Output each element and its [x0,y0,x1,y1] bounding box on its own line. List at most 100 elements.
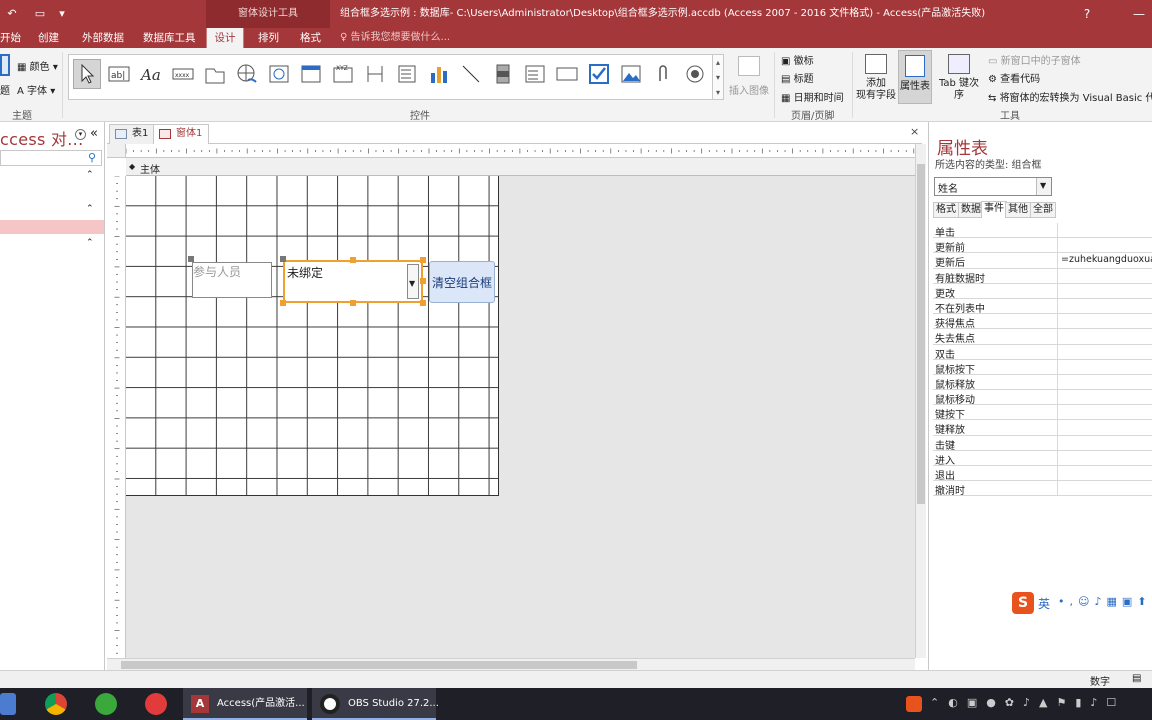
resize-handle[interactable] [420,278,426,284]
tray-icons[interactable]: ⌃◐▣●✿♪▲⚑▮♪☐ [930,696,1125,709]
navigation-control-icon[interactable] [297,59,325,89]
property-row[interactable]: 撤消时 [933,481,1152,497]
hyperlink-control-icon[interactable] [233,59,261,89]
resize-handle[interactable] [350,300,356,306]
vertical-ruler[interactable] [107,175,126,658]
clear-combo-button[interactable]: 清空组合框 [429,261,495,303]
tray-sogou-icon[interactable] [906,696,922,712]
subform-button[interactable]: ▭ 新窗口中的子窗体 [988,52,1081,67]
option-button-icon[interactable] [681,59,709,89]
themes-gallery-icon[interactable] [0,54,10,76]
nav-selected-item[interactable] [0,220,104,234]
tab-create[interactable]: 创建 [34,28,63,48]
property-row[interactable]: 键按下 [933,405,1152,421]
move-handle[interactable] [280,256,286,262]
list-box-icon[interactable] [521,59,549,89]
colors-button[interactable]: ▦ 颜色 ▾ [17,58,58,73]
nav-search-input[interactable] [0,150,102,166]
doc-tab-table1[interactable]: 表1 [109,124,156,144]
tab-control-icon[interactable] [201,59,229,89]
property-row[interactable]: 获得焦点 [933,314,1152,330]
prop-tab-other[interactable]: 其他 [1005,202,1031,218]
resize-handle[interactable] [420,257,426,263]
nav-pane-title[interactable]: ccess 对... [0,126,83,150]
taskbar-obs[interactable]: OBS Studio 27.2... [312,688,439,720]
property-row[interactable]: 进入 [933,450,1152,467]
nav-collapse-button[interactable]: « [90,126,98,141]
select-pointer-icon[interactable] [73,59,101,89]
add-existing-fields-button[interactable]: 添加 现有字段 [856,54,896,102]
property-row[interactable]: 更改 [933,283,1152,300]
combo-dropdown-arrow[interactable]: ▼ [407,264,419,299]
property-row[interactable]: 击键 [933,435,1152,452]
title-button[interactable]: ▤ 标题 [781,70,814,85]
property-row[interactable]: 更新前 [933,238,1152,254]
resize-handle[interactable] [350,257,356,263]
doc-tab-form1[interactable]: 窗体1 [153,124,210,145]
tell-me-search[interactable]: ♀ 告诉我您想要做什么... [340,28,450,48]
datetime-button[interactable]: ▦ 日期和时间 [781,89,844,104]
property-row[interactable]: 单击 [933,223,1152,239]
logo-button[interactable]: ▣ 徽标 [781,52,814,67]
controls-gallery-scroll[interactable]: ▴ ▾ ▾ [712,54,724,100]
horizontal-scroll-thumb[interactable] [121,661,637,669]
property-row[interactable]: 更新后 =zuhekuangduoxuan [933,253,1152,269]
property-row[interactable]: 鼠标释放 [933,374,1152,391]
search-icon[interactable]: ⚲ [88,151,96,164]
tab-design[interactable]: 设计 [206,28,244,48]
start-button-icon[interactable] [0,693,16,715]
resize-handle[interactable] [280,300,286,306]
tab-order-button[interactable]: Tab 键次序 [934,54,984,102]
sogou-logo-icon[interactable]: S [1012,592,1034,614]
taskbar-access[interactable]: A Access(产品激活... [183,688,307,720]
label-control-icon[interactable]: Aa [137,59,165,89]
property-sheet-button[interactable]: 属性表 [898,50,932,104]
object-selector[interactable]: 姓名 ▼ [934,177,1052,196]
view-code-button[interactable]: ⚙ 查看代码 [988,70,1040,85]
prop-tab-all[interactable]: 全部 [1030,202,1056,218]
undo-icon[interactable]: ↶ [4,6,20,22]
tab-arrange[interactable]: 排列 [254,28,283,48]
textbox-control-icon[interactable]: ab| [105,59,133,89]
help-button[interactable]: ? [1072,0,1102,28]
property-row[interactable]: 双击 [933,344,1152,361]
ime-tools-icons[interactable]: •,☺♪▦▣⬆ [1058,595,1151,608]
netease-music-icon[interactable] [145,693,167,715]
fonts-button[interactable]: A 字体 ▾ [17,82,55,97]
rectangle-control-icon[interactable] [553,59,581,89]
view-design-icon[interactable]: ▤ [1132,673,1141,684]
form-detail-grid[interactable]: 参与人员 未绑定 ▼ 清空组合框 [126,176,499,496]
app-360-icon[interactable] [95,693,117,715]
horizontal-scrollbar[interactable] [107,658,915,670]
insert-image-icon[interactable] [738,56,760,76]
resize-handle[interactable] [420,300,426,306]
customize-quick-access-icon[interactable]: ▾ [54,6,70,22]
checkbox-control-icon[interactable] [585,59,613,89]
tab-database-tools[interactable]: 数据库工具 [139,28,200,48]
chart-control-icon[interactable] [425,59,453,89]
vertical-scroll-thumb[interactable] [917,164,925,504]
nav-group-collapse-icon[interactable]: ⌃ [86,204,94,214]
tab-format[interactable]: 格式 [296,28,325,48]
horizontal-ruler[interactable] [125,144,915,158]
prop-tab-format[interactable]: 格式 [933,202,959,218]
minimize-icon[interactable]: — [1124,0,1152,28]
chrome-icon[interactable] [45,693,67,715]
design-canvas[interactable]: 参与人员 未绑定 ▼ 清空组合框 [126,176,915,658]
line-control-icon[interactable] [457,59,485,89]
close-document-button[interactable]: × [910,125,919,138]
property-row[interactable]: 鼠标移动 [933,390,1152,406]
vertical-scrollbar[interactable] [915,144,926,658]
property-row[interactable]: 鼠标按下 [933,359,1152,376]
option-group-icon[interactable]: XYZ [329,59,357,89]
ime-mode-toggle[interactable]: 英 [1038,595,1050,612]
nav-menu-dropdown-icon[interactable]: ▾ [75,129,86,140]
convert-macros-button[interactable]: ⇆ 将窗体的宏转换为 Visual Basic 代 [988,89,1152,104]
property-row[interactable]: 退出 [933,466,1152,482]
property-row[interactable]: 键释放 [933,420,1152,436]
page-break-icon[interactable] [361,59,389,89]
insert-image-button[interactable]: 插入图像 [729,82,769,97]
toggle-button-icon[interactable] [489,59,517,89]
image-control-icon[interactable] [617,59,645,89]
participants-label[interactable]: 参与人员 [192,262,272,298]
